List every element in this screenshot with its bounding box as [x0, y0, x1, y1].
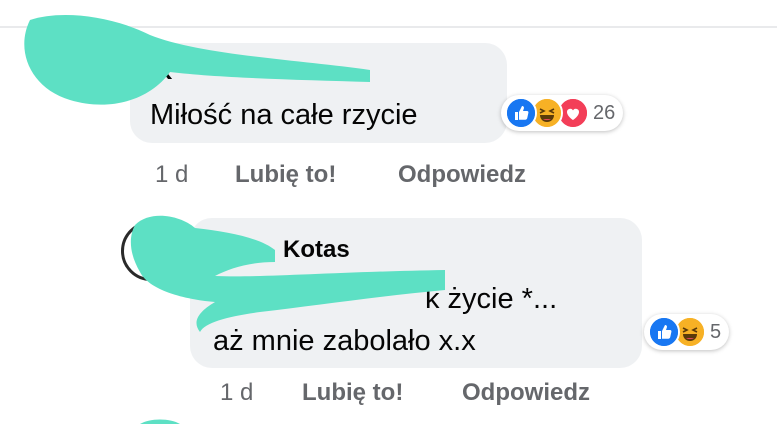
comment-text: Miłość na całe rzycie [150, 99, 418, 131]
reaction-count: 26 [593, 101, 616, 124]
reply-button[interactable]: Odpowiedz [398, 161, 526, 189]
reaction-summary[interactable]: 26 [501, 95, 624, 131]
avatar[interactable] [121, 221, 181, 281]
like-icon [648, 316, 680, 348]
comment-timestamp[interactable]: 1 d [220, 379, 253, 407]
comment-timestamp[interactable]: 1 d [155, 161, 188, 189]
separator-line [0, 26, 777, 28]
reaction-summary[interactable]: 5 [644, 314, 730, 350]
like-icon [505, 97, 537, 129]
like-button[interactable]: Lubię to! [235, 161, 336, 189]
reply-button[interactable]: Odpowiedz [462, 379, 590, 407]
reaction-count: 5 [710, 320, 722, 343]
comment-author[interactable]: Kotas [283, 236, 350, 264]
comment-text-line-2: aż mnie zabolało x.x [213, 325, 476, 357]
comment-author[interactable]: K [155, 58, 172, 86]
like-button[interactable]: Lubię to! [302, 379, 403, 407]
comment-text-line-1: k życie *... [425, 283, 558, 315]
